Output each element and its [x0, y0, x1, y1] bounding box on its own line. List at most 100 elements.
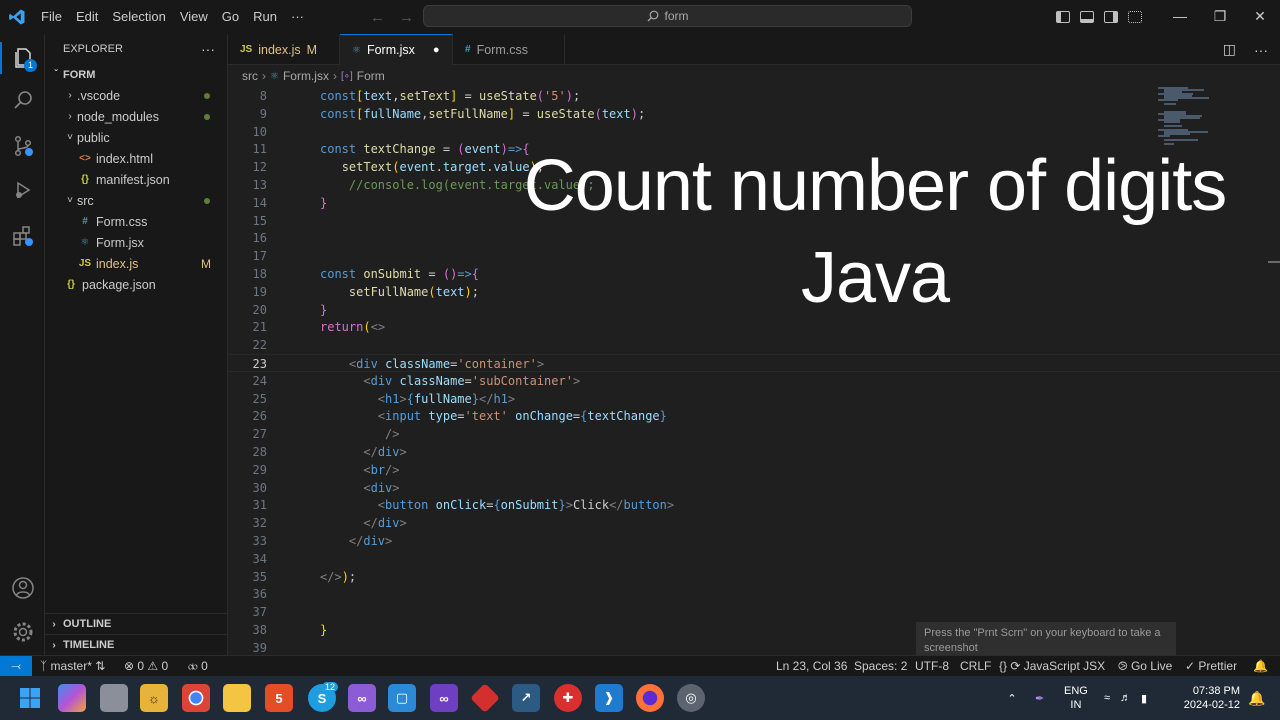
- split-editor-icon[interactable]: ◫: [1223, 41, 1236, 58]
- explorer-more-actions-icon[interactable]: ···: [201, 41, 215, 57]
- ports-status[interactable]: ⧞ 0: [188, 656, 208, 677]
- file-explorer-icon[interactable]: [223, 684, 251, 712]
- line-number[interactable]: 36: [228, 585, 267, 603]
- workspace-folder-form[interactable]: ˇ FORM: [45, 64, 227, 85]
- line-number[interactable]: 32: [228, 514, 267, 532]
- branch-status[interactable]: ᛉ master* ⇅: [40, 656, 105, 677]
- prettier-status[interactable]: ✓ Prettier: [1185, 656, 1237, 677]
- tree-item-package-json[interactable]: {} package.json: [45, 274, 227, 295]
- problems-status[interactable]: ⊗ 0 ⚠ 0: [124, 656, 168, 677]
- feather-pen-icon[interactable]: ✒: [1035, 692, 1053, 705]
- code-line[interactable]: 32 </div>: [228, 514, 1280, 532]
- menu-more[interactable]: ···: [284, 0, 311, 34]
- command-center-search[interactable]: form: [423, 5, 912, 27]
- line-number[interactable]: 12: [228, 158, 267, 176]
- line-number[interactable]: 19: [228, 283, 267, 301]
- code-line[interactable]: 9 const[fullName,setFullName] = useState(…: [228, 105, 1280, 123]
- obs-studio-icon[interactable]: ◎: [677, 684, 705, 712]
- menu-selection[interactable]: Selection: [105, 0, 172, 34]
- line-number[interactable]: 23: [228, 355, 267, 373]
- line-number[interactable]: 9: [228, 105, 267, 123]
- cursor-position[interactable]: Ln 23, Col 36: [776, 656, 847, 677]
- visual-studio-icon[interactable]: ∞: [430, 684, 458, 712]
- tree-item-index-js[interactable]: JS index.js M: [45, 253, 227, 274]
- notification-center-icon[interactable]: 🔔: [1248, 676, 1265, 720]
- code-line[interactable]: 29 <br/>: [228, 461, 1280, 479]
- code-line[interactable]: 34: [228, 550, 1280, 568]
- code-line[interactable]: 23 <div className='container'>: [228, 354, 1280, 372]
- code-line[interactable]: 8 const[text,setText] = useState('5');: [228, 87, 1280, 105]
- code-line[interactable]: 10: [228, 123, 1280, 141]
- line-number[interactable]: 37: [228, 603, 267, 621]
- visual-studio-preview-icon[interactable]: ∞: [348, 684, 376, 712]
- toggle-secondary-sidebar-icon[interactable]: [1104, 11, 1118, 23]
- chrome-icon[interactable]: [182, 684, 210, 712]
- code-line[interactable]: 30 <div>: [228, 479, 1280, 497]
- menu-run[interactable]: Run: [246, 0, 284, 34]
- windows-start-icon[interactable]: [16, 684, 44, 712]
- tree-item-vscode[interactable]: › .vscode: [45, 85, 227, 106]
- code-line[interactable]: 26 <input type='text' onChange={textChan…: [228, 407, 1280, 425]
- extensions-icon[interactable]: [0, 216, 45, 256]
- source-control-icon[interactable]: [0, 126, 45, 166]
- forward-arrow-icon[interactable]: →: [399, 9, 414, 26]
- code-line[interactable]: 33 </div>: [228, 532, 1280, 550]
- vscode-taskbar-icon[interactable]: ❱: [595, 684, 623, 712]
- tree-item-src[interactable]: ˅ src: [45, 190, 227, 211]
- line-number[interactable]: 14: [228, 194, 267, 212]
- eol-status[interactable]: CRLF: [960, 656, 991, 677]
- go-live-button[interactable]: ⧁ Go Live: [1118, 656, 1172, 677]
- store-icon[interactable]: ▢: [388, 684, 416, 712]
- line-number[interactable]: 24: [228, 372, 267, 390]
- customize-layout-icon[interactable]: [1128, 11, 1142, 23]
- code-line[interactable]: 36: [228, 585, 1280, 603]
- line-number[interactable]: 13: [228, 176, 267, 194]
- accounts-icon[interactable]: [0, 568, 45, 608]
- explorer-icon[interactable]: 1: [0, 38, 45, 78]
- line-number[interactable]: 20: [228, 301, 267, 319]
- line-number[interactable]: 16: [228, 229, 267, 247]
- code-line[interactable]: 28 </div>: [228, 443, 1280, 461]
- line-number[interactable]: 10: [228, 123, 267, 141]
- outline-section[interactable]: › OUTLINE: [45, 613, 228, 634]
- input-language[interactable]: ENG IN: [1064, 676, 1088, 720]
- tree-item-public[interactable]: ˅ public: [45, 127, 227, 148]
- chevron-up-icon[interactable]: ⌃: [1003, 692, 1021, 705]
- editor-more-actions-icon[interactable]: ···: [1254, 42, 1268, 58]
- game-controller-icon[interactable]: ✚: [554, 684, 582, 712]
- toggle-panel-icon[interactable]: [1080, 11, 1094, 23]
- html5-app-icon[interactable]: 5: [265, 684, 293, 712]
- notifications-bell-icon[interactable]: 🔔: [1253, 656, 1268, 677]
- timeline-section[interactable]: › TIMELINE: [45, 634, 228, 655]
- code-line[interactable]: 25 <h1>{fullName}</h1>: [228, 390, 1280, 408]
- line-number[interactable]: 30: [228, 479, 267, 497]
- tab-form-jsx[interactable]: ⚛ Form.jsx ●: [340, 34, 453, 65]
- breadcrumb-symbol[interactable]: Form: [357, 69, 385, 83]
- menu-view[interactable]: View: [173, 0, 215, 34]
- code-line[interactable]: 31 <button onClick={onSubmit}>Click</but…: [228, 496, 1280, 514]
- widgets-icon[interactable]: ☼: [140, 684, 168, 712]
- line-number[interactable]: 22: [228, 336, 267, 354]
- line-number[interactable]: 15: [228, 212, 267, 230]
- maximize-button[interactable]: ❐: [1200, 0, 1240, 34]
- line-number[interactable]: 26: [228, 407, 267, 425]
- menu-edit[interactable]: Edit: [69, 0, 105, 34]
- code-line[interactable]: 22: [228, 336, 1280, 354]
- unsaved-dot-icon[interactable]: ●: [433, 44, 440, 56]
- search-view-icon[interactable]: [0, 80, 45, 120]
- remote-indicator-icon[interactable]: ⤙: [0, 655, 32, 677]
- copilot-icon[interactable]: [58, 684, 86, 712]
- tree-item-index-html[interactable]: <> index.html: [45, 148, 227, 169]
- line-number[interactable]: 18: [228, 265, 267, 283]
- encoding-status[interactable]: UTF-8: [915, 656, 949, 677]
- line-number[interactable]: 38: [228, 621, 267, 639]
- code-line[interactable]: 24 <div className='subContainer'>: [228, 372, 1280, 390]
- quick-settings[interactable]: ≈ ♬ ▮: [1104, 676, 1147, 720]
- line-number[interactable]: 11: [228, 140, 267, 158]
- clock[interactable]: 07:38 PM 2024-02-12: [1180, 676, 1240, 720]
- breadcrumb-file[interactable]: Form.jsx: [283, 69, 329, 83]
- menu-go[interactable]: Go: [215, 0, 246, 34]
- firefox-icon[interactable]: [636, 684, 664, 712]
- tree-item-manifest-json[interactable]: {} manifest.json: [45, 169, 227, 190]
- indentation-status[interactable]: Spaces: 2: [854, 656, 907, 677]
